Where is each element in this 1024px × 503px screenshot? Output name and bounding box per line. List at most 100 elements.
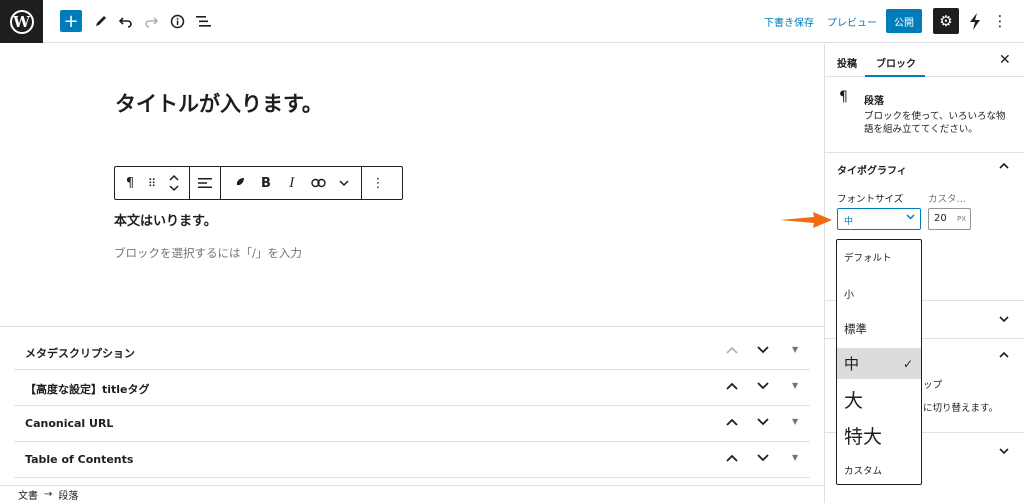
highlight-button[interactable] (227, 168, 249, 198)
move-up-button[interactable] (726, 451, 738, 465)
font-size-option-default[interactable]: デフォルト (837, 240, 921, 274)
move-down-button[interactable] (757, 451, 769, 465)
undo-icon (119, 17, 132, 28)
publish-button[interactable]: 公開 (886, 9, 922, 33)
option-label: カスタム (844, 466, 883, 477)
breadcrumb-arrow-icon: → (44, 489, 53, 500)
chevron-down-icon (757, 454, 769, 462)
metabox-canonical-url[interactable]: Canonical URL ▼ (14, 406, 810, 442)
options-group: ⋮ (362, 167, 394, 199)
redo-button[interactable] (140, 10, 162, 32)
close-sidebar-button[interactable]: ✕ (999, 52, 1011, 68)
settings-button[interactable]: ⚙ (933, 8, 959, 34)
move-up-button[interactable] (726, 415, 738, 429)
undo-button[interactable] (115, 10, 137, 32)
gear-icon: ⚙ (939, 12, 953, 30)
metabox-area: メタデスクリプション ▼ 【高度な設定】titleタグ ▼ Canonical … (14, 334, 810, 478)
move-down-button[interactable] (757, 379, 769, 393)
metabox-meta-description[interactable]: メタデスクリプション ▼ (14, 334, 810, 370)
chevron-up-icon[interactable] (999, 350, 1009, 361)
custom-size-input[interactable]: 20 PX (928, 208, 971, 230)
edit-tools-button[interactable] (90, 10, 112, 32)
move-buttons[interactable] (163, 168, 185, 198)
chevron-up-icon (726, 418, 738, 426)
font-size-option-medium[interactable]: 中 ✓ (837, 348, 921, 379)
option-label: 中 (844, 355, 860, 373)
block-type-button[interactable]: ¶ (119, 168, 141, 198)
details-button[interactable] (166, 10, 188, 32)
bold-icon: B (261, 175, 271, 191)
metabox-title: メタデスクリプション (25, 347, 135, 360)
plus-icon: + (63, 10, 79, 32)
chevron-up-icon (726, 346, 738, 354)
move-up-button[interactable] (726, 379, 738, 393)
typography-panel-title[interactable]: タイポグラフィ (837, 162, 907, 177)
metabox-title: Canonical URL (25, 417, 114, 430)
more-formats-button[interactable] (333, 168, 355, 198)
chevron-up-icon[interactable] (999, 161, 1009, 172)
block-appender-placeholder[interactable]: ブロックを選択するには「/」を入力 (114, 245, 302, 261)
toggle-caret-icon[interactable]: ▼ (792, 381, 798, 390)
font-size-option-small[interactable]: 小 (837, 276, 921, 310)
metabox-title-tag[interactable]: 【高度な設定】titleタグ ▼ (14, 370, 810, 406)
breadcrumb: 文書 → 段落 (0, 485, 824, 503)
check-icon: ✓ (902, 356, 913, 371)
block-options-button[interactable]: ⋮ (367, 168, 389, 198)
add-block-button[interactable]: + (60, 10, 82, 32)
sidebar-tabs: 投稿 ブロック ✕ (825, 44, 1024, 77)
font-size-value: 中 (844, 217, 854, 227)
font-size-option-custom[interactable]: カスタム (837, 453, 921, 484)
chevron-up-icon (726, 382, 738, 390)
italic-icon: I (289, 175, 295, 191)
toggle-caret-icon[interactable]: ▼ (792, 345, 798, 354)
chevron-down-icon[interactable] (999, 315, 1009, 326)
chevron-up-icon (726, 454, 738, 462)
redo-icon (145, 17, 158, 28)
align-group (190, 167, 221, 199)
custom-size-value: 20 (934, 213, 947, 224)
drag-icon: ⠿ (147, 176, 157, 190)
font-size-select[interactable]: 中 (837, 208, 921, 230)
tab-post[interactable]: 投稿 (837, 55, 857, 70)
chevron-down-icon (906, 212, 915, 223)
top-toolbar: W + 下書き保存 プレビュー 公開 ⚙ ⋮ (0, 0, 1024, 43)
move-up-button[interactable] (726, 343, 738, 357)
tab-block[interactable]: ブロック (876, 55, 916, 70)
chevron-down-icon (339, 179, 349, 186)
toggle-caret-icon[interactable]: ▼ (792, 417, 798, 426)
feather-icon (232, 177, 244, 189)
align-left-icon (198, 178, 212, 188)
list-view-button[interactable] (192, 10, 214, 32)
chevron-down-icon (757, 418, 769, 426)
jetpack-button[interactable] (964, 10, 986, 32)
move-down-button[interactable] (757, 343, 769, 357)
paragraph-block[interactable]: 本文はいります。 (114, 210, 217, 229)
panel-partial-text: ップ (923, 380, 943, 391)
bold-button[interactable]: B (255, 168, 277, 198)
metabox-table-of-contents[interactable]: Table of Contents ▼ (14, 442, 810, 478)
save-draft-button[interactable]: 下書き保存 (764, 14, 814, 29)
wordpress-logo-button[interactable]: W (0, 0, 43, 43)
unit-label: PX (956, 215, 966, 223)
more-vertical-icon: ⋮ (992, 12, 1008, 30)
font-size-option-huge[interactable]: 特大 (837, 417, 921, 453)
block-card-title: 段落 (864, 96, 884, 107)
drag-handle[interactable]: ⠿ (141, 168, 163, 198)
info-icon (170, 14, 184, 28)
metabox-title: 【高度な設定】titleタグ (25, 383, 150, 396)
option-label: 標準 (844, 322, 867, 336)
align-button[interactable] (194, 168, 216, 198)
toggle-caret-icon[interactable]: ▼ (792, 453, 798, 462)
metabox-divider (0, 326, 824, 327)
link-button[interactable] (307, 168, 329, 198)
close-icon: ✕ (999, 52, 1011, 68)
post-title[interactable]: タイトルが入ります。 (115, 88, 323, 118)
font-size-option-large[interactable]: 大 (837, 381, 921, 417)
breadcrumb-root[interactable]: 文書 (18, 487, 38, 502)
options-button[interactable]: ⋮ (989, 10, 1011, 32)
move-down-button[interactable] (757, 415, 769, 429)
chevron-down-icon[interactable] (999, 447, 1009, 458)
italic-button[interactable]: I (281, 168, 303, 198)
font-size-option-normal[interactable]: 標準 (837, 312, 921, 346)
preview-button[interactable]: プレビュー (827, 14, 877, 29)
